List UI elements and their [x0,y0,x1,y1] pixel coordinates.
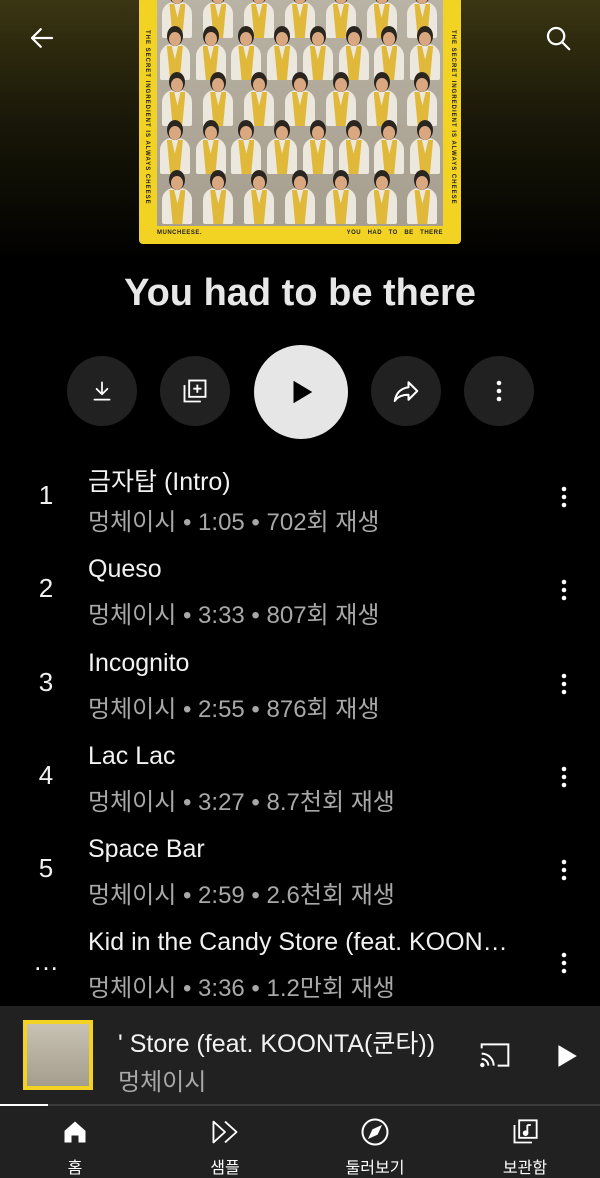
track-meta: 멍체이시 • 1:05 • 702회 재생 [88,509,380,536]
download-icon [93,381,111,401]
arrow-left-icon [30,28,54,48]
nav-library[interactable]: 보관함 [450,1106,600,1178]
track-number: 3 [38,666,54,697]
track-row[interactable]: 3 Incognito 멍체이시 • 2:55 • 876회 재생 [0,637,600,730]
mini-player-title: ' Store (feat. KOONTA(쿤타)) [118,1030,436,1058]
track-number: 5 [38,853,54,884]
play-album-button[interactable] [254,345,348,439]
album-actions [0,345,600,439]
choir-singer [283,168,317,224]
track-number: 1 [38,480,54,510]
choir-singer [405,168,439,224]
track-title: Kid in the Candy Store (feat. KOON… [88,928,508,957]
album-cover-footer: MUNCHEESE. YOU HAD TO BE THERE [157,226,443,240]
search-icon [546,26,571,51]
library-icon [509,1116,541,1148]
track-list: 1 금자탑 (Intro) 멍체이시 • 1:05 • 702회 재생 2 Qu… [0,450,600,1010]
album-cover-label: MUNCHEESE. [157,230,203,236]
choir-singer [242,168,276,224]
album-cover-photo [157,0,443,226]
mini-player-thumbnail [23,1020,93,1090]
album-title: You had to be there [124,272,476,314]
track-more-button[interactable] [554,667,574,701]
download-button[interactable] [67,356,137,426]
track-meta: 멍체이시 • 3:36 • 1.2만회 재생 [88,975,395,1003]
track-number: 2 [38,573,54,604]
choir-row [157,168,443,224]
mini-player-play-button[interactable] [548,1038,584,1074]
nav-label: 보관함 [502,1160,548,1177]
mini-player[interactable]: ' Store (feat. KOONTA(쿤타)) 멍체이시 [0,1006,600,1104]
choir-singer [160,168,194,224]
track-row[interactable]: 1 금자탑 (Intro) 멍체이시 • 1:05 • 702회 재생 [0,450,600,543]
playlist-add-icon [183,379,207,403]
more-vertical-icon [561,486,567,508]
play-icon [558,1045,577,1067]
choir-singer [408,118,442,174]
track-number: 4 [38,759,54,790]
track-more-button[interactable] [554,853,574,887]
play-icon [293,380,313,404]
nav-home[interactable]: 홈 [0,1106,150,1178]
choir-singer [194,118,228,174]
more-vertical-icon [561,859,567,881]
album-cover-side-text: THE SECRET INGREDIENT IS ALWAYS CHEESE [450,30,456,205]
add-to-playlist-button[interactable] [160,356,230,426]
track-title: Space Bar [88,835,205,864]
track-more-button[interactable] [554,573,574,607]
more-vertical-icon [496,380,502,402]
nav-label: 홈 [67,1160,83,1177]
share-button[interactable] [371,356,441,426]
track-row[interactable]: 2 Queso 멍체이시 • 3:33 • 807회 재생 [0,543,600,636]
nav-label: 샘플 [210,1160,240,1177]
track-title: Lac Lac [88,741,176,770]
track-more-button[interactable] [554,760,574,794]
choir-singer [229,118,263,174]
choir-singer [201,168,235,224]
album-cover: THE SECRET INGREDIENT IS ALWAYS CHEESE T… [139,0,461,244]
bottom-navigation: 홈 샘플 둘러보기 보관함 [0,1106,600,1178]
track-row[interactable]: 4 Lac Lac 멍체이시 • 3:27 • 8.7천회 재생 [0,730,600,823]
back-button[interactable] [22,18,62,58]
choir-singer [265,118,299,174]
album-cover-side-text: THE SECRET INGREDIENT IS ALWAYS CHEESE [144,30,150,205]
cast-icon [480,1043,510,1068]
album-cover-label: YOU HAD TO BE THERE [346,230,443,236]
track-row[interactable]: 5 Space Bar 멍체이시 • 2:59 • 2.6천회 재생 [0,823,600,916]
track-meta: 멍체이시 • 3:33 • 807회 재생 [88,602,380,630]
more-vertical-icon [561,673,567,694]
more-vertical-icon [561,579,567,601]
cast-button[interactable] [476,1038,514,1072]
choir-row [157,118,443,174]
nav-explore[interactable]: 둘러보기 [300,1106,450,1178]
choir-singer [337,118,371,174]
mini-player-artist: 멍체이시 [118,1069,207,1096]
track-meta: 멍체이시 • 2:55 • 876회 재생 [88,695,380,723]
choir-singer [301,118,335,174]
nav-samples[interactable]: 샘플 [150,1106,300,1178]
choir-singer [365,168,399,224]
choir-singer [324,168,358,224]
choir-singer [372,118,406,174]
choir-singer [158,118,192,174]
track-number: … [33,946,59,977]
explore-compass-icon [359,1116,391,1148]
search-button[interactable] [538,18,578,58]
samples-icon [209,1116,241,1148]
track-row[interactable]: … Kid in the Candy Store (feat. KOON… 멍체… [0,916,600,1009]
track-meta: 멍체이시 • 2:59 • 2.6천회 재생 [88,882,395,910]
nav-label: 둘러보기 [345,1160,405,1177]
track-more-button[interactable] [554,480,574,514]
track-title: Queso [88,555,162,584]
track-meta: 멍체이시 • 3:27 • 8.7천회 재생 [88,788,395,816]
track-title: 금자탑 (Intro) [88,468,231,496]
more-vertical-icon [561,766,567,788]
home-icon [59,1116,91,1148]
more-options-button[interactable] [464,356,534,426]
track-more-button[interactable] [554,946,574,980]
share-icon [393,381,419,402]
more-vertical-icon [561,953,567,974]
track-title: Incognito [88,648,190,677]
